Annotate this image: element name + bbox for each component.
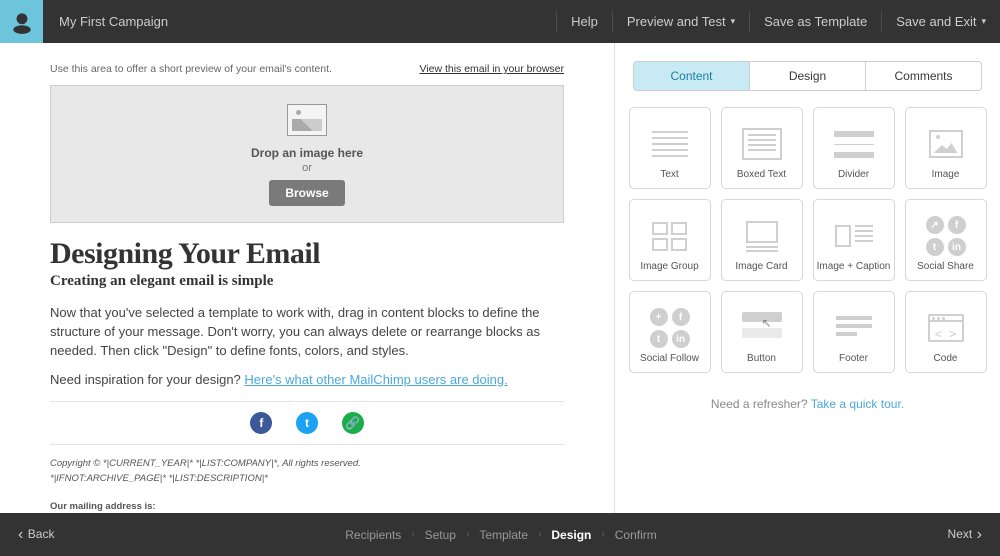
preheader-row: Use this area to offer a short preview o… [50,61,564,85]
chevron-down-icon: ▾ [981,16,986,27]
facebook-icon[interactable]: f [250,412,272,434]
link-icon[interactable]: 🔗 [342,412,364,434]
step-template[interactable]: Template [475,528,532,542]
footer-copyright: Copyright © *|CURRENT_YEAR|* *|LIST:COMP… [50,457,564,471]
email-body-2-text: Need inspiration for your design? [50,372,244,387]
block-image-card[interactable]: Image Card [721,199,803,281]
top-bar: My First Campaign Help Preview and Test ▾… [0,0,1000,43]
email-canvas[interactable]: Use this area to offer a short preview o… [0,43,614,513]
block-text[interactable]: Text [629,107,711,189]
sidebar-panel: Content Design Comments Text Boxed Text … [614,43,1000,513]
email-heading[interactable]: Designing Your Email [50,237,564,271]
block-boxed-text[interactable]: Boxed Text [721,107,803,189]
block-footer[interactable]: Footer [813,291,895,373]
step-design[interactable]: Design [547,528,595,542]
block-code[interactable]: < >Code [905,291,987,373]
browse-button[interactable]: Browse [269,180,344,206]
save-exit-label: Save and Exit [896,14,976,29]
chevron-down-icon: ▾ [731,16,736,27]
refresher-text: Need a refresher? Take a quick tour. [615,397,1000,411]
quick-tour-link[interactable]: Take a quick tour. [811,397,904,411]
email-footer[interactable]: Copyright © *|CURRENT_YEAR|* *|LIST:COMP… [50,457,564,513]
help-link[interactable]: Help [556,11,612,33]
tab-design[interactable]: Design [750,62,866,90]
block-image-group[interactable]: Image Group [629,199,711,281]
email-body-1[interactable]: Now that you've selected a template to w… [50,304,564,361]
step-confirm[interactable]: Confirm [611,528,661,542]
preview-test-label: Preview and Test [627,14,726,29]
view-in-browser-link[interactable]: View this email in your browser [419,63,564,75]
preheader-hint: Use this area to offer a short preview o… [50,63,332,75]
tab-content[interactable]: Content [634,62,750,90]
block-social-follow[interactable]: ftinSocial Follow [629,291,711,373]
dropzone-or: or [51,162,563,174]
email-body-2[interactable]: Need inspiration for your design? Here's… [50,371,564,390]
inspiration-link[interactable]: Here's what other MailChimp users are do… [244,372,507,387]
step-setup[interactable]: Setup [421,528,460,542]
twitter-icon[interactable]: t [296,412,318,434]
wizard-steps: Recipients› Setup› Template› Design› Con… [54,528,947,542]
save-exit-menu[interactable]: Save and Exit ▾ [881,11,1000,33]
image-dropzone[interactable]: Drop an image here or Browse [50,85,564,223]
preview-test-menu[interactable]: Preview and Test ▾ [612,11,749,33]
campaign-title: My First Campaign [59,14,168,29]
social-block[interactable]: f t 🔗 [50,401,564,445]
next-button[interactable]: Next [948,526,982,544]
footer-address-label: Our mailing address is: [50,500,564,513]
content-block-grid: Text Boxed Text Divider Image Image Grou… [615,107,1000,373]
block-image-caption[interactable]: Image + Caption [813,199,895,281]
step-recipients[interactable]: Recipients [341,528,405,542]
image-placeholder-icon [287,104,327,136]
save-template-button[interactable]: Save as Template [749,11,881,33]
back-button[interactable]: Back [18,526,54,544]
footer-archive: *|IFNOT:ARCHIVE_PAGE|* *|LIST:DESCRIPTIO… [50,472,564,486]
block-divider[interactable]: Divider [813,107,895,189]
app-logo[interactable] [0,0,43,43]
block-image[interactable]: Image [905,107,987,189]
panel-tabs: Content Design Comments [633,61,982,91]
dropzone-title: Drop an image here [51,146,563,160]
bottom-bar: Back Recipients› Setup› Template› Design… [0,513,1000,556]
email-subheading[interactable]: Creating an elegant email is simple [50,273,564,290]
block-button[interactable]: ↖Button [721,291,803,373]
tab-comments[interactable]: Comments [866,62,981,90]
block-social-share[interactable]: ftinSocial Share [905,199,987,281]
